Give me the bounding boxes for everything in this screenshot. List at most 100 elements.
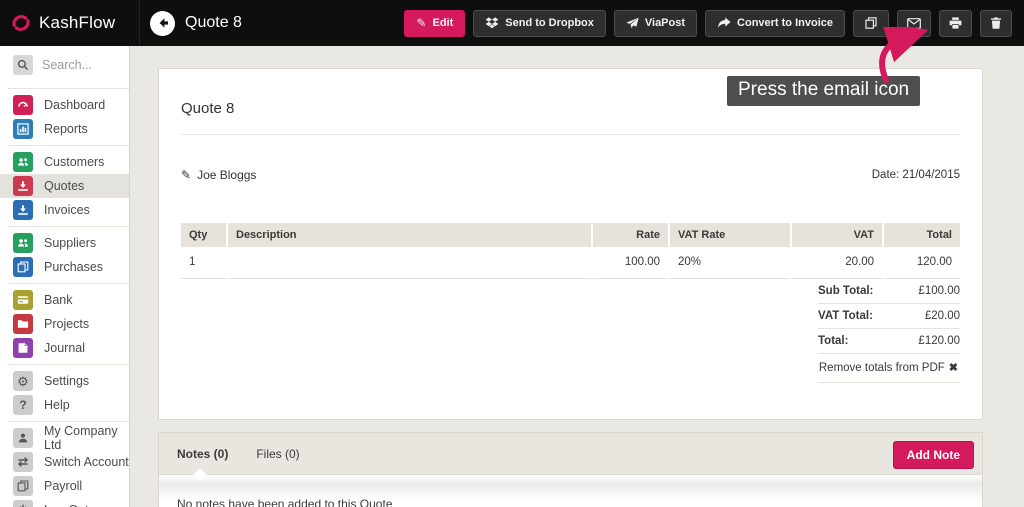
- quotes-icon: [13, 176, 33, 196]
- sidebar-item-dashboard[interactable]: Dashboard: [0, 93, 129, 117]
- power-icon: [13, 500, 33, 507]
- notes-empty-message: No notes have been added to this Quote: [177, 497, 393, 507]
- paper-plane-icon: [626, 17, 639, 29]
- sidebar-item-customers[interactable]: Customers: [0, 150, 129, 174]
- dashboard-icon: [13, 95, 33, 115]
- edit-customer-pencil-icon[interactable]: ✎: [181, 168, 191, 182]
- quote-card: Quote 8 ✎ Joe Bloggs Date: 21/04/2015 Qt…: [158, 68, 983, 420]
- send-to-dropbox-button[interactable]: Send to Dropbox: [473, 9, 606, 37]
- sidebar-item-log-out[interactable]: Log Out: [0, 498, 129, 507]
- subtotal-value: £100.00: [918, 285, 960, 297]
- edit-button[interactable]: ✎ Edit: [404, 9, 466, 37]
- page-title: Quote 8: [185, 14, 242, 31]
- table-row: 1 100.00 20% 20.00 120.00: [181, 247, 960, 279]
- printer-icon: [949, 17, 962, 29]
- sidebar-item-projects[interactable]: Projects: [0, 312, 129, 336]
- divider: [8, 364, 129, 365]
- cell-vat-rate: 20%: [670, 247, 790, 279]
- sidebar-item-payroll[interactable]: Payroll: [0, 474, 129, 498]
- sidebar-item-suppliers[interactable]: Suppliers: [0, 231, 129, 255]
- kashflow-logo[interactable]: KashFlow: [0, 0, 140, 46]
- total-value: £120.00: [918, 335, 960, 347]
- email-button[interactable]: [897, 9, 931, 37]
- copy-button[interactable]: [853, 9, 889, 37]
- remove-totals-link[interactable]: Remove totals from PDF ✖: [818, 354, 960, 383]
- customer-row: ✎ Joe Bloggs Date: 21/04/2015: [181, 168, 960, 182]
- col-header-vat: VAT: [792, 223, 882, 247]
- convert-to-invoice-button[interactable]: Convert to Invoice: [705, 9, 845, 37]
- divider: [8, 226, 129, 227]
- customers-icon: [13, 152, 33, 172]
- remove-x-icon[interactable]: ✖: [949, 362, 958, 374]
- sidebar-item-settings[interactable]: ⚙ Settings: [0, 369, 129, 393]
- col-header-total: Total: [884, 223, 960, 247]
- divider: [8, 283, 129, 284]
- header-actions: ✎ Edit Send to Dropbox ViaPost Convert t…: [404, 9, 1024, 37]
- dropbox-icon: [485, 17, 499, 29]
- gear-icon: ⚙: [13, 371, 33, 391]
- arrow-left-icon: [159, 18, 168, 28]
- bank-icon: [13, 290, 33, 310]
- payroll-icon: [13, 476, 33, 496]
- trash-icon: [991, 17, 1001, 29]
- cell-qty: 1: [181, 247, 226, 279]
- divider: [8, 88, 129, 89]
- vat-total-row: VAT Total: £20.00: [818, 304, 960, 329]
- main-content: Quote 8 ✎ Joe Bloggs Date: 21/04/2015 Qt…: [130, 46, 1024, 507]
- coach-tooltip: Press the email icon: [727, 76, 921, 106]
- print-button[interactable]: [939, 9, 972, 37]
- help-icon: ?: [13, 395, 33, 415]
- reports-icon: [13, 119, 33, 139]
- sidebar-item-my-company[interactable]: My Company Ltd: [0, 424, 129, 452]
- invoices-icon: [13, 200, 33, 220]
- pencil-icon: ✎: [416, 16, 427, 30]
- quote-date: Date: 21/04/2015: [871, 169, 960, 181]
- person-icon: [13, 428, 33, 448]
- sidebar-item-invoices[interactable]: Invoices: [0, 198, 129, 222]
- email-icon: [907, 17, 921, 29]
- tab-notes[interactable]: Notes (0): [177, 447, 228, 461]
- total-row: Total: £120.00: [818, 329, 960, 354]
- subtotal-row: Sub Total: £100.00: [818, 279, 960, 304]
- brand-name: KashFlow: [39, 13, 116, 32]
- notes-card: Notes (0) Files (0) Add Note No notes ha…: [158, 432, 983, 507]
- col-header-qty: Qty: [181, 223, 226, 247]
- kashflow-swirl-icon: [12, 14, 30, 32]
- sidebar-item-quotes[interactable]: Quotes: [0, 174, 129, 198]
- sidebar-item-bank[interactable]: Bank: [0, 288, 129, 312]
- top-bar: KashFlow Quote 8 ✎ Edit Send to Dropbox …: [0, 0, 1024, 46]
- vat-total-value: £20.00: [924, 310, 960, 322]
- cell-rate: 100.00: [593, 247, 668, 279]
- search-row: [0, 46, 129, 84]
- col-header-description: Description: [228, 223, 591, 247]
- journal-icon: [13, 338, 33, 358]
- back-button[interactable]: [150, 10, 175, 36]
- switch-arrows-icon: ⇄: [13, 452, 33, 472]
- sidebar-item-reports[interactable]: Reports: [0, 117, 129, 141]
- notes-body: No notes have been added to this Quote: [159, 467, 982, 507]
- divider: [8, 145, 129, 146]
- totals-block: Sub Total: £100.00 VAT Total: £20.00 Tot…: [818, 279, 960, 383]
- convert-arrow-icon: [718, 17, 731, 28]
- sidebar-item-switch-account[interactable]: ⇄ Switch Account: [0, 450, 129, 474]
- sidebar-item-journal[interactable]: Journal: [0, 336, 129, 360]
- search-input[interactable]: [42, 58, 118, 72]
- notes-tab-bar: Notes (0) Files (0) Add Note: [159, 433, 982, 475]
- add-note-button[interactable]: Add Note: [892, 441, 974, 469]
- sidebar-item-help[interactable]: ? Help: [0, 393, 129, 417]
- divider: [181, 134, 960, 135]
- search-icon: [13, 55, 33, 75]
- delete-button[interactable]: [980, 9, 1012, 37]
- col-header-vat-rate: VAT Rate: [670, 223, 790, 247]
- cell-description: [228, 247, 591, 279]
- suppliers-icon: [13, 233, 33, 253]
- viapost-button[interactable]: ViaPost: [613, 9, 698, 37]
- purchases-icon: [13, 257, 33, 277]
- sidebar-item-purchases[interactable]: Purchases: [0, 255, 129, 279]
- tab-files[interactable]: Files (0): [256, 447, 299, 461]
- col-header-rate: Rate: [593, 223, 668, 247]
- cell-vat: 20.00: [792, 247, 882, 279]
- line-items-table: Qty Description Rate VAT Rate VAT Total …: [181, 223, 960, 279]
- customer-name[interactable]: Joe Bloggs: [197, 168, 256, 182]
- cell-total: 120.00: [884, 247, 960, 279]
